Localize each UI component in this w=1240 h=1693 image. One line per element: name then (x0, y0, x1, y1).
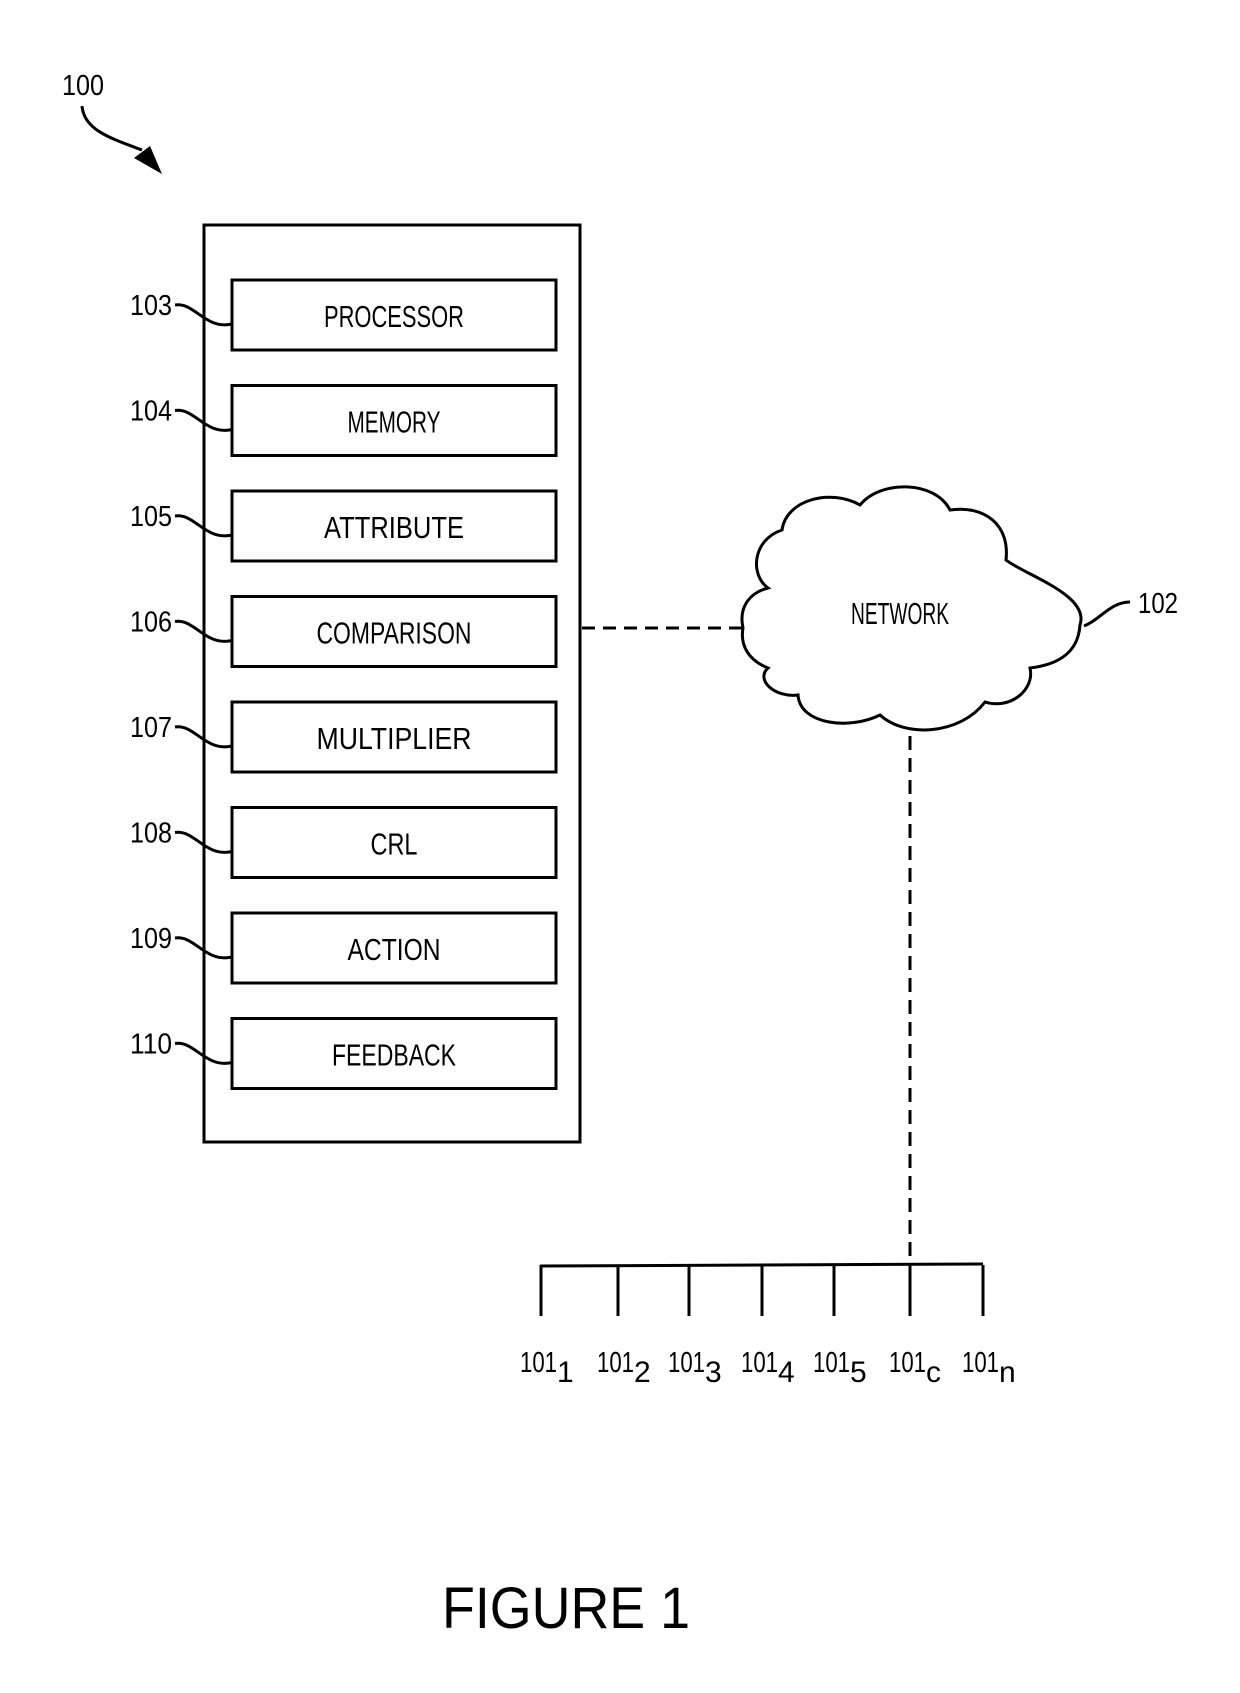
component-memory: MEMORY 104 (130, 384, 558, 457)
component-action: ACTION 109 (130, 911, 558, 985)
component-label: CRL (371, 827, 418, 862)
client-101-1: 1011 (520, 1265, 574, 1389)
client-list: 1011 1012 1013 1014 1015 101c 101n (520, 1265, 1016, 1389)
client-101-c: 101c (889, 1265, 941, 1389)
client-101-3: 1013 (668, 1265, 722, 1389)
system-ref-label: 100 (62, 70, 104, 102)
component-feedback: FEEDBACK 110 (130, 1017, 558, 1090)
system-ref-arrow (80, 105, 143, 152)
client-label: 101n (962, 1347, 1016, 1389)
component-multiplier: MULTIPLIER 107 (130, 700, 558, 774)
component-label: ACTION (348, 932, 441, 967)
network-ref-label: 102 (1138, 588, 1178, 620)
client-label: 1011 (520, 1347, 574, 1389)
client-101-5: 1015 (813, 1265, 867, 1389)
component-label: PROCESSOR (324, 299, 464, 334)
figure-caption: FIGURE 1 (442, 1576, 690, 1641)
component-ref-label: 105 (130, 501, 172, 533)
client-101-n: 101n (962, 1265, 1016, 1389)
system-diagram: 100 PROCESSOR 103 MEMORY 104 ATTRIBUTE 105 COM… (62, 70, 1178, 1641)
component-processor: PROCESSOR 103 (130, 278, 558, 352)
component-ref-label: 107 (130, 712, 172, 744)
component-label: MEMORY (348, 405, 441, 440)
client-101-2: 1012 (597, 1265, 651, 1389)
component-ref-label: 108 (130, 818, 172, 850)
arrowhead-icon (134, 146, 162, 174)
component-ref-label: 104 (130, 396, 172, 428)
component-label: ATTRIBUTE (324, 510, 464, 545)
component-ref-label: 109 (130, 923, 172, 955)
client-label: 1015 (813, 1347, 867, 1389)
network-label: NETWORK (851, 596, 949, 631)
client-label: 1012 (597, 1347, 651, 1389)
component-ref-label: 110 (130, 1029, 172, 1061)
component-list: PROCESSOR 103 MEMORY 104 ATTRIBUTE 105 COMPARI… (130, 278, 558, 1090)
component-ref-label: 103 (130, 290, 172, 322)
component-label: COMPARISON (317, 616, 472, 651)
client-101-4: 1014 (741, 1265, 795, 1389)
component-attribute: ATTRIBUTE 105 (130, 489, 558, 563)
network-ref-leader (1083, 600, 1131, 628)
component-label: MULTIPLIER (317, 721, 472, 756)
client-label: 101c (889, 1347, 941, 1389)
client-label: 1014 (741, 1347, 795, 1389)
computer-box (202, 223, 582, 1144)
component-comparison: COMPARISON 106 (130, 595, 558, 668)
client-label: 1013 (668, 1347, 722, 1389)
component-ref-label: 106 (130, 607, 172, 639)
component-crl: CRL 108 (130, 806, 558, 879)
component-label: FEEDBACK (332, 1038, 456, 1073)
